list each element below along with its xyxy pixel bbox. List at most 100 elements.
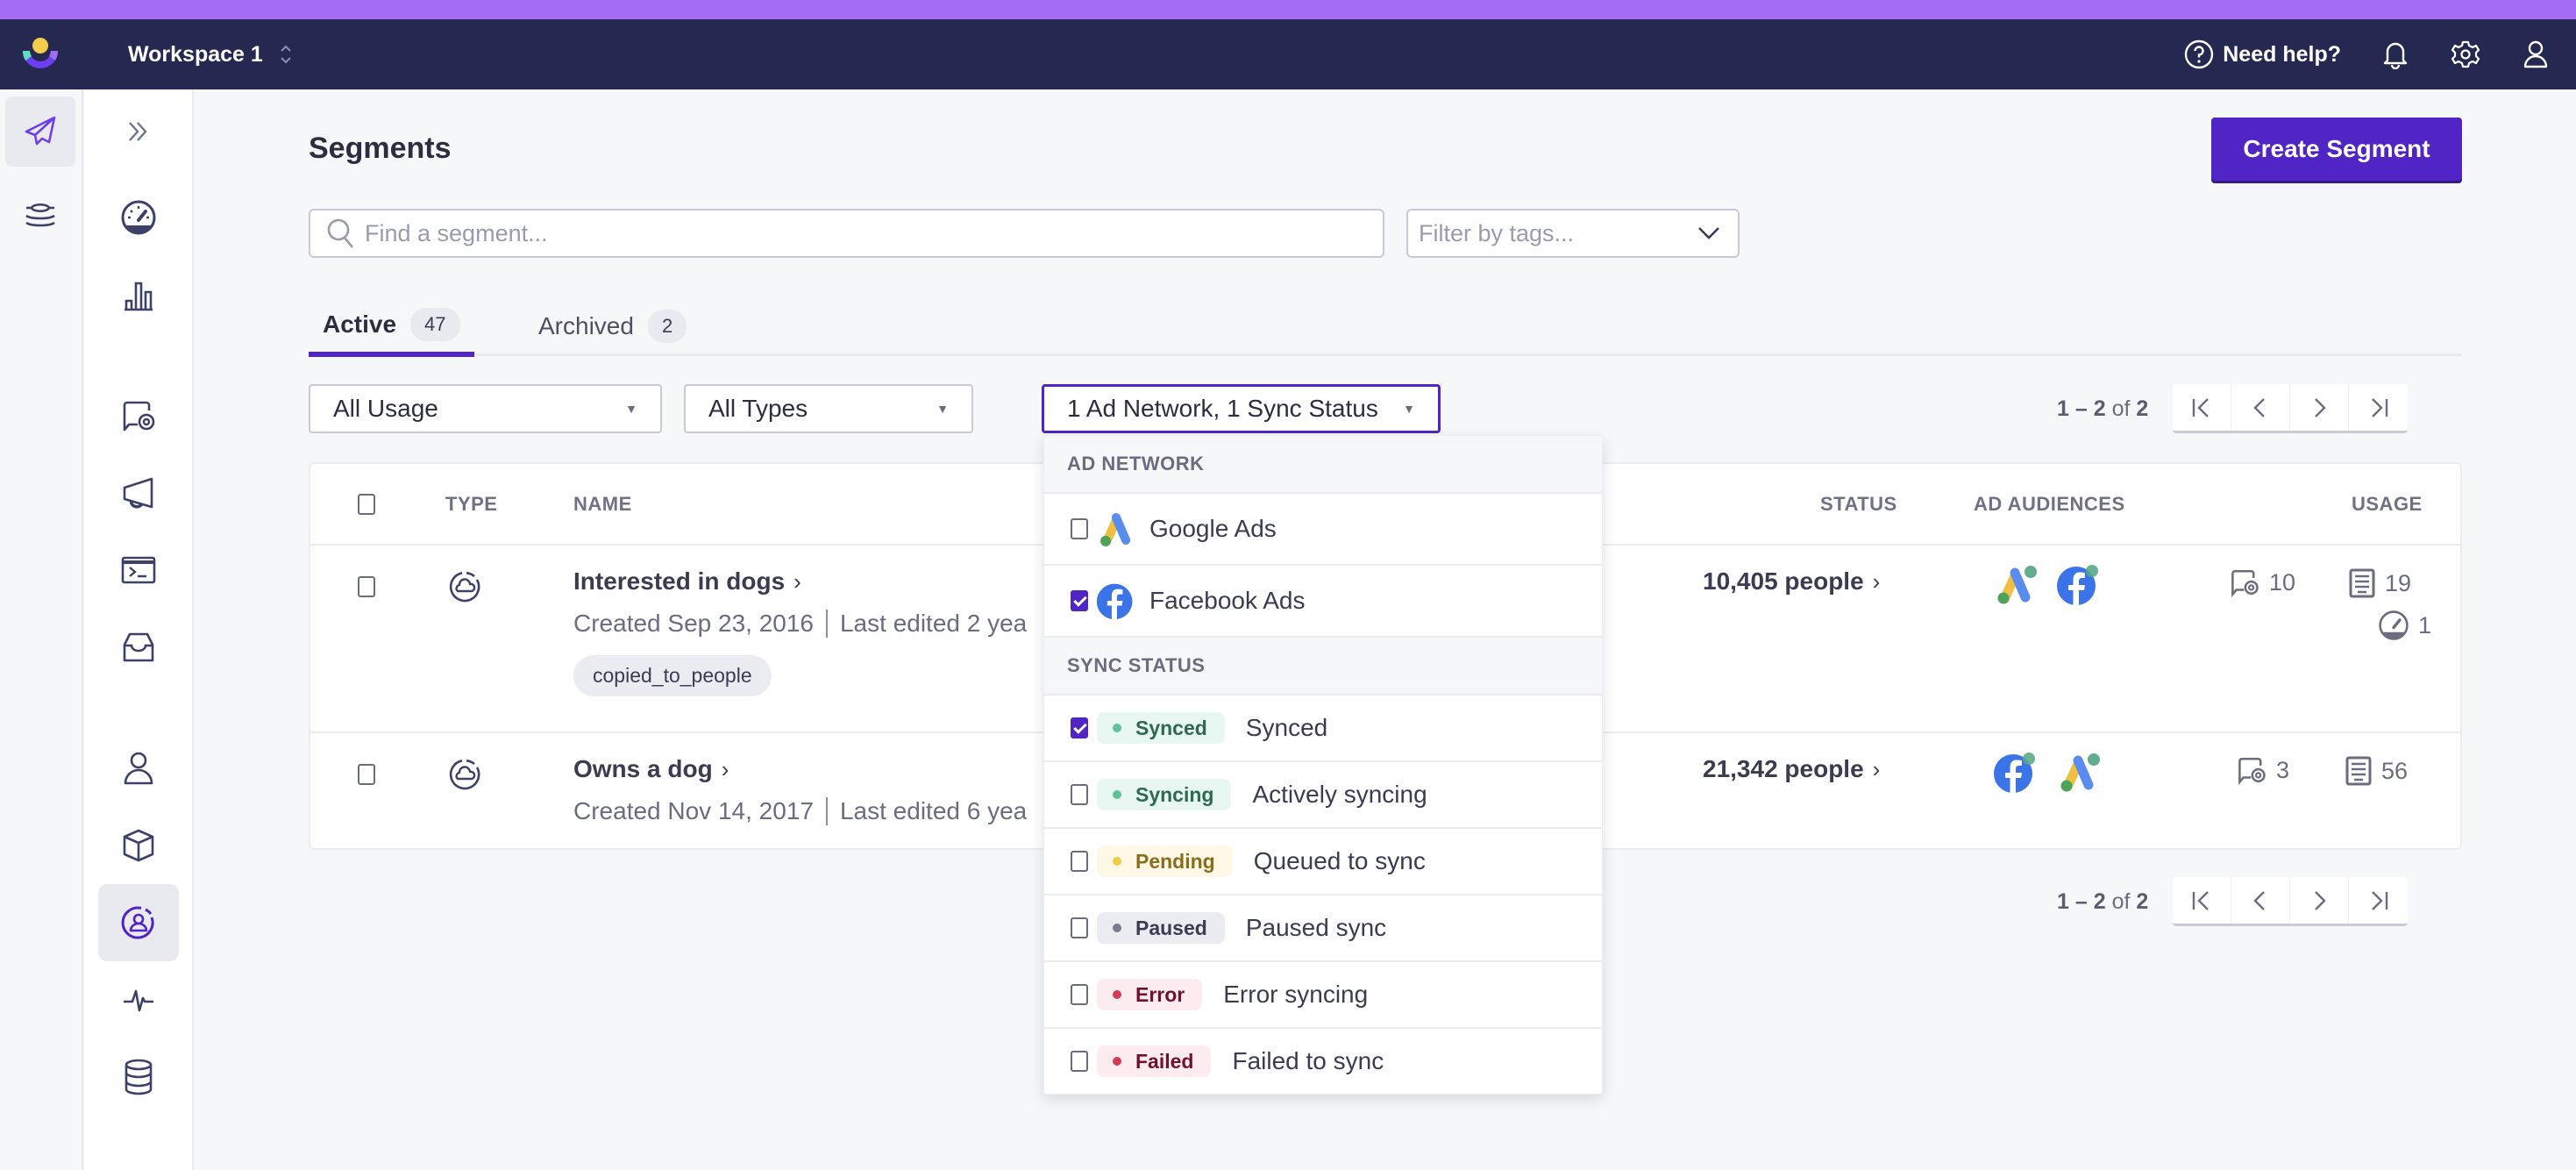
next-page-button[interactable]	[2290, 877, 2350, 924]
pagination-range: 1 – 2 of 2	[2057, 396, 2149, 421]
sync-status-badge-label: Synced	[1135, 716, 1207, 739]
sidebar-item-objects[interactable]	[98, 807, 179, 884]
usage-dashboards[interactable]: 1	[2378, 610, 2431, 641]
sidebar-item-segments[interactable]	[98, 884, 179, 961]
sidebar-item-people[interactable]	[98, 730, 179, 807]
chevron-left-icon	[2253, 397, 2266, 417]
usage-messages[interactable]: 3	[2236, 755, 2289, 785]
usage-messages[interactable]: 10	[2229, 567, 2295, 597]
ad-audiences	[1992, 752, 2101, 794]
filter-by-tags-select[interactable]: Filter by tags...	[1406, 209, 1740, 258]
segment-tabs: Active 47 Archived 2	[309, 296, 2462, 357]
next-page-button[interactable]	[2290, 384, 2350, 431]
sync-status-description: Paused sync	[1245, 914, 1387, 941]
workspace-switcher[interactable]: Workspace 1	[128, 19, 293, 89]
sidebar-item-analytics[interactable]	[98, 256, 179, 333]
expand-sidebar-button[interactable]	[98, 93, 179, 170]
rail-item-data[interactable]	[5, 181, 75, 251]
sync-status-badge: Synced	[1097, 712, 1225, 744]
ad-audiences	[1992, 564, 2101, 606]
chevron-right-icon	[2315, 890, 2326, 910]
ad-network-filter-select[interactable]: 1 Ad Network, 1 Sync Status ▼	[1042, 384, 1441, 433]
status-dot-icon	[1113, 790, 1121, 799]
need-help-link[interactable]: Need help?	[2184, 39, 2341, 69]
network-option-facebook-ads[interactable]: Facebook Ads	[1044, 566, 1602, 638]
main-content: Segments Create Segment Filter by tags..…	[195, 89, 2576, 1170]
sync-status-checkbox[interactable]	[1071, 1051, 1088, 1072]
sync-status-section-title: SYNC STATUS	[1044, 638, 1602, 696]
select-all-checkbox[interactable]	[358, 494, 375, 515]
people-count-link[interactable]: 21,342 people ›	[1703, 755, 1880, 783]
first-page-button[interactable]	[2173, 877, 2232, 924]
sync-status-option-failed[interactable]: Failed Failed to sync	[1044, 1029, 1602, 1094]
google-ads-synced-icon[interactable]	[1992, 564, 2038, 606]
segment-person-icon	[121, 906, 154, 939]
last-page-button[interactable]	[2349, 384, 2408, 431]
facebook-ads-checkbox[interactable]	[1071, 590, 1088, 611]
column-header-status[interactable]: STATUS	[1820, 464, 1897, 545]
google-ads-checkbox[interactable]	[1071, 518, 1088, 539]
rail-item-messaging[interactable]	[5, 96, 75, 167]
need-help-label: Need help?	[2223, 41, 2341, 67]
settings-gear-icon[interactable]	[2450, 39, 2481, 70]
ad-network-filter-value: 1 Ad Network, 1 Sync Status	[1067, 395, 1378, 422]
sidebar-item-activity[interactable]	[98, 961, 179, 1038]
google-ads-synced-icon[interactable]	[2055, 752, 2101, 794]
sync-status-option-error[interactable]: Error Error syncing	[1044, 962, 1602, 1029]
sync-status-option-synced[interactable]: Synced Synced	[1044, 696, 1602, 762]
sidebar-item-deliveries[interactable]	[98, 609, 179, 686]
sync-status-badge-label: Pending	[1135, 849, 1215, 873]
row-checkbox[interactable]	[358, 764, 375, 785]
usage-campaigns[interactable]: 56	[2345, 755, 2408, 787]
row-checkbox[interactable]	[358, 576, 375, 597]
sync-status-description: Synced	[1245, 714, 1328, 741]
type-filter-select[interactable]: All Types ▼	[684, 384, 973, 433]
sidebar-item-api-triggers[interactable]	[98, 531, 179, 609]
first-page-button[interactable]	[2173, 384, 2232, 431]
segment-name-link[interactable]: Interested in dogs ›	[573, 567, 801, 596]
column-header-type[interactable]: TYPE	[445, 464, 497, 545]
sync-status-checkbox[interactable]	[1071, 784, 1088, 805]
tab-archived[interactable]: Archived 2	[538, 296, 687, 356]
data-driven-segment-icon	[449, 572, 480, 603]
usage-campaigns[interactable]: 19	[2348, 567, 2411, 599]
sidebar-item-messages[interactable]	[98, 377, 179, 454]
previous-page-button[interactable]	[2231, 877, 2291, 924]
sync-status-checkbox[interactable]	[1071, 984, 1088, 1005]
usage-filter-select[interactable]: All Usage ▼	[309, 384, 662, 433]
network-option-google-ads[interactable]: Google Ads	[1044, 494, 1602, 566]
create-segment-button[interactable]: Create Segment	[2211, 118, 2462, 181]
sidebar-item-dashboard[interactable]	[98, 179, 179, 256]
segment-search-field[interactable]	[309, 209, 1384, 258]
inbox-icon	[123, 632, 154, 662]
last-page-button[interactable]	[2349, 877, 2408, 924]
status-dot-icon	[1113, 724, 1121, 732]
sidebar-item-data-index[interactable]	[98, 1038, 179, 1116]
pagination-bottom: 1 – 2 of 2	[2057, 877, 2409, 926]
sync-status-checkbox[interactable]	[1071, 717, 1088, 738]
column-header-name[interactable]: NAME	[573, 464, 632, 545]
first-page-icon	[2193, 397, 2210, 417]
segment-tag[interactable]: copied_to_people	[573, 655, 772, 696]
notifications-bell-icon[interactable]	[2380, 39, 2411, 70]
sync-status-option-syncing[interactable]: Syncing Actively syncing	[1044, 762, 1602, 829]
bar-chart-icon	[125, 282, 153, 311]
sync-status-option-pending[interactable]: Pending Queued to sync	[1044, 829, 1602, 895]
sync-status-option-paused[interactable]: Paused Paused sync	[1044, 895, 1602, 962]
segment-search-input[interactable]	[365, 219, 1383, 247]
sidebar-item-broadcasts[interactable]	[98, 454, 179, 531]
facebook-ads-synced-icon[interactable]	[2055, 564, 2101, 606]
tab-active[interactable]: Active 47	[309, 296, 474, 357]
app-logo-icon[interactable]	[19, 37, 61, 72]
sync-status-checkbox[interactable]	[1071, 917, 1088, 938]
user-account-icon[interactable]	[2520, 39, 2551, 70]
sync-status-badge: Error	[1097, 979, 1203, 1010]
sync-status-checkbox[interactable]	[1071, 851, 1088, 872]
previous-page-button[interactable]	[2231, 384, 2291, 431]
column-header-usage[interactable]: USAGE	[2352, 464, 2423, 545]
dashboard-gauge-icon	[121, 200, 156, 235]
page-title: Segments	[309, 132, 452, 165]
facebook-ads-synced-icon[interactable]	[1992, 752, 2038, 794]
segment-name-link[interactable]: Owns a dog ›	[573, 755, 729, 783]
people-count-link[interactable]: 10,405 people ›	[1703, 567, 1880, 596]
